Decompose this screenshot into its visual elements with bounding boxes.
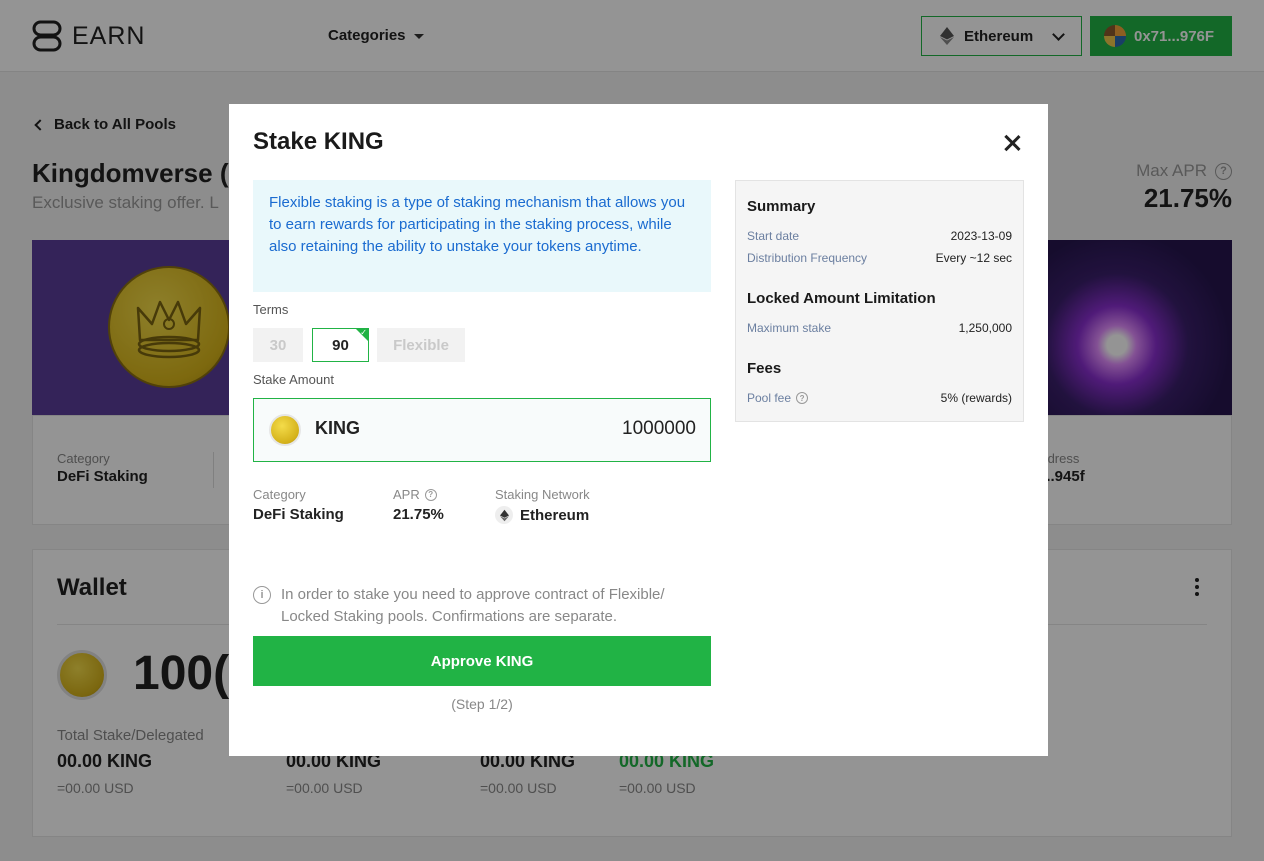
start-date-label: Start date — [747, 229, 800, 243]
start-date-row: Start date 2023-13-09 — [747, 229, 1012, 243]
term-option-flexible[interactable]: Flexible — [377, 328, 465, 362]
meta-category-label: Category — [253, 487, 306, 502]
meta-network-value: Ethereum — [520, 506, 590, 524]
token-symbol: KING — [315, 418, 360, 438]
modal-title: Stake KING — [253, 128, 384, 155]
max-stake-value: 1,250,000 — [958, 321, 1012, 335]
checkmark-icon: ✓ — [360, 328, 367, 337]
meta-network-label: Staking Network — [495, 487, 590, 502]
distribution-value: Every ~12 sec — [935, 251, 1012, 265]
meta-category: Category DeFi Staking — [253, 487, 344, 523]
summary-panel: Summary Start date 2023-13-09 Distributi… — [735, 180, 1024, 422]
fees-title: Fees — [747, 360, 782, 377]
meta-apr-value: 21.75% — [393, 506, 444, 523]
summary-title: Summary — [747, 198, 816, 215]
pool-fee-label-row: Pool fee ? — [747, 391, 809, 405]
close-icon[interactable] — [1001, 132, 1023, 154]
approval-warning: i In order to stake you need to approve … — [253, 584, 713, 628]
meta-apr-label-row: APR ? — [393, 487, 444, 502]
start-date-value: 2023-13-09 — [950, 229, 1012, 243]
pool-fee-row: Pool fee ? 5% (rewards) — [747, 391, 1012, 405]
help-icon[interactable]: ? — [424, 488, 437, 501]
meta-apr: APR ? 21.75% — [393, 487, 444, 523]
max-stake-row: Maximum stake 1,250,000 — [747, 321, 1012, 335]
locked-amount-title: Locked Amount Limitation — [747, 290, 936, 307]
term-option-30[interactable]: 30 — [253, 328, 303, 362]
term-label: 90 — [332, 336, 349, 354]
max-stake-label: Maximum stake — [747, 321, 832, 335]
meta-network: Staking Network Ethereum — [495, 487, 590, 524]
info-icon: i — [253, 586, 271, 604]
king-token-icon — [269, 414, 301, 446]
stake-amount-input[interactable]: KING 1000000 — [253, 398, 711, 462]
meta-apr-label: APR — [393, 487, 420, 502]
term-label: 30 — [269, 336, 287, 354]
step-indicator: (Step 1/2) — [451, 696, 513, 712]
amount-value[interactable]: 1000000 — [622, 418, 696, 440]
ethereum-icon — [495, 506, 513, 524]
flexible-staking-note: Flexible staking is a type of staking me… — [253, 180, 711, 292]
approve-king-button[interactable]: Approve KING — [253, 636, 711, 686]
distribution-label: Distribution Frequency — [747, 251, 868, 265]
pool-fee-label: Pool fee — [747, 391, 792, 405]
help-icon[interactable]: ? — [796, 392, 809, 404]
distribution-row: Distribution Frequency Every ~12 sec — [747, 251, 1012, 265]
stake-amount-label: Stake Amount — [253, 372, 334, 387]
stake-modal: Stake KING Flexible staking is a type of… — [229, 104, 1048, 756]
terms-label: Terms — [253, 302, 289, 317]
meta-network-value-row: Ethereum — [495, 506, 590, 524]
term-label: Flexible — [393, 336, 449, 354]
pool-fee-value: 5% (rewards) — [940, 391, 1012, 405]
meta-category-value: DeFi Staking — [253, 506, 344, 523]
term-option-90[interactable]: 90 ✓ — [312, 328, 369, 362]
warning-text: In order to stake you need to approve co… — [281, 586, 665, 625]
